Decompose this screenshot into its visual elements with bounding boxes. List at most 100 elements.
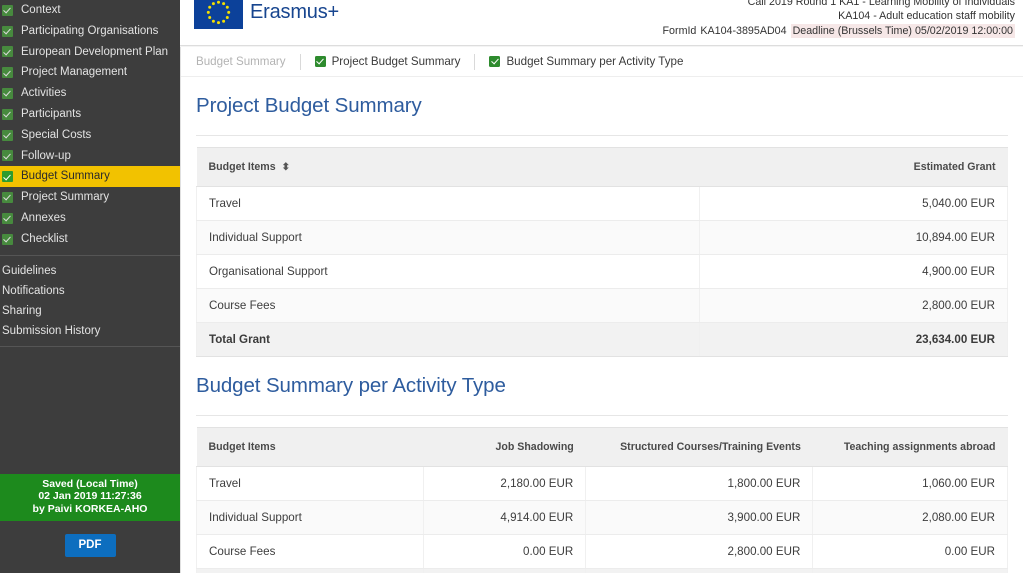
table-row: Organisational Support 4,900.00 EUR <box>196 254 1009 289</box>
total-grant-label: Total Grant <box>196 322 700 357</box>
brand: Erasmus+ <box>194 0 339 29</box>
column-header-estimated-grant: Estimated Grant <box>699 147 1008 187</box>
pdf-button[interactable]: PDF <box>64 534 116 557</box>
job-shadowing-value: 4,914.00 EUR <box>423 500 587 535</box>
check-icon <box>2 108 13 120</box>
budget-item-name: Course Fees <box>195 534 425 569</box>
budget-per-activity-table: Budget Items Job Shadowing Structured Co… <box>195 427 1008 573</box>
saved-status-line3: by Paivi KORKEA-AHO <box>32 503 148 516</box>
sidebar-item-project-summary[interactable]: Project Summary <box>0 187 180 208</box>
estimated-grant-value: 5,040.00 EUR <box>698 186 1009 221</box>
sidebar-item-label: Participating Organisations <box>21 24 159 37</box>
sidebar-item-budget-summary[interactable]: Budget Summary <box>0 166 180 188</box>
sidebar-link-sharing[interactable]: Sharing <box>0 301 180 321</box>
sidebar-item-participants[interactable]: Participants <box>0 104 180 125</box>
sidebar-item-follow-up[interactable]: Follow-up <box>0 146 180 167</box>
estimated-grant-value: 10,894.00 EUR <box>698 220 1009 255</box>
action-type-line: KA104 - Adult education staff mobility <box>838 10 1015 23</box>
column-header-teaching-abroad: Teaching assignments abroad <box>812 427 1008 467</box>
table-header-row: Budget Items ⬍ Estimated Grant <box>196 147 1008 187</box>
column-header-budget-items[interactable]: Budget Items ⬍ <box>196 147 700 187</box>
call-line: Call 2019 Round 1 KA1 - Learning Mobilit… <box>747 0 1015 8</box>
deadline-block: Deadline (Brussels Time) 05/02/2019 12:0… <box>790 23 1015 38</box>
check-icon <box>2 212 13 224</box>
table-header-row: Budget Items Job Shadowing Structured Co… <box>196 427 1008 467</box>
table-total-row: Grant7,094.00 EUR8,500.00 EUR3,140.00 EU… <box>195 568 1008 573</box>
title-divider <box>196 415 1008 416</box>
formid-label: FormId <box>662 24 697 37</box>
sidebar-item-annexes[interactable]: Annexes <box>0 208 180 229</box>
sidebar-item-label: Follow-up <box>21 149 71 162</box>
check-icon <box>2 25 13 37</box>
structured-courses-value: 1,800.00 EUR <box>585 466 814 501</box>
sidebar-item-participating-organisations[interactable]: Participating Organisations <box>0 21 180 42</box>
table-row: Individual Support 4,914.00 EUR 3,900.00 E… <box>195 500 1008 535</box>
sidebar-divider-bottom <box>0 345 180 347</box>
breadcrumb: Budget Summary Project Budget Summary Bu… <box>181 47 1023 77</box>
sidebar-divider-top <box>0 254 180 256</box>
sidebar-item-label: Budget Summary <box>21 170 110 183</box>
saved-status-line1: Saved (Local Time) <box>42 477 138 490</box>
sidebar-item-label: Project Summary <box>21 191 110 204</box>
budget-item-name: Organisational Support <box>196 254 700 289</box>
saved-status-line2: 02 Jan 2019 11:27:36 <box>38 490 142 503</box>
structured-courses-value: 3,900.00 EUR <box>585 500 814 535</box>
sidebar-item-activities[interactable]: Activities <box>0 83 180 104</box>
breadcrumb-item-label: Project Budget Summary <box>331 55 461 68</box>
pdf-button-container: PDF <box>0 521 180 573</box>
check-icon <box>2 129 13 141</box>
breadcrumb-separator <box>474 53 476 70</box>
formid-value: KA104-3895AD04 <box>700 24 787 37</box>
check-icon <box>2 171 13 183</box>
estimated-grant-value: 2,800.00 EUR <box>698 288 1009 323</box>
application-window: Context Participating Organisations Europe… <box>0 0 1023 573</box>
breadcrumb-item-budget-per-activity[interactable]: Budget Summary per Activity Type <box>489 55 683 68</box>
check-icon <box>2 88 13 100</box>
section-project-budget-summary: Project Budget Summary Budget Items ⬍ Est… <box>181 77 1023 357</box>
budget-item-name: Travel <box>195 466 425 501</box>
sidebar-item-context[interactable]: Context <box>0 0 180 21</box>
page-title: Project Budget Summary <box>196 94 422 117</box>
sidebar-item-label: Checklist <box>21 232 68 245</box>
breadcrumb-item-project-budget-summary[interactable]: Project Budget Summary <box>314 55 461 68</box>
grant-total-structured-courses-value: 8,500.00 EUR <box>585 568 814 573</box>
table-row: Travel 5,040.00 EUR <box>196 186 1009 221</box>
sidebar-item-project-management[interactable]: Project Management <box>0 62 180 83</box>
table-row: Travel 2,180.00 EUR 1,800.00 EUR 1,060.00 E… <box>195 466 1008 501</box>
sidebar-item-checklist[interactable]: Checklist <box>0 229 180 250</box>
budget-per-activity-body: Travel 2,180.00 EUR 1,800.00 EUR 1,060.00 E… <box>195 466 1008 573</box>
brand-name: Erasmus+ <box>250 1 339 23</box>
sidebar-item-european-development-plan[interactable]: European Development Plan <box>0 42 180 63</box>
eu-flag-icon <box>194 0 243 29</box>
project-budget-summary-body: Travel 5,040.00 EUR Individual Support 10,8… <box>196 186 1009 357</box>
column-header-job-shadowing: Job Shadowing <box>423 427 586 467</box>
sidebar-link-submission-history[interactable]: Submission History <box>0 321 180 341</box>
sidebar-item-label: Annexes <box>21 211 66 224</box>
sidebar-link-guidelines[interactable]: Guidelines <box>0 261 180 281</box>
sort-icon[interactable]: ⬍ <box>282 163 290 173</box>
sidebar-item-special-costs[interactable]: Special Costs <box>0 125 180 146</box>
budget-item-name: Travel <box>196 186 700 221</box>
main-area: Erasmus+ Call 2019 Round 1 KA1 - Learnin… <box>180 0 1023 573</box>
breadcrumb-root: Budget Summary <box>196 55 286 68</box>
column-header-structured-courses: Structured Courses/Training Events <box>585 427 813 467</box>
check-icon <box>489 56 501 67</box>
check-icon <box>2 192 13 204</box>
title-divider <box>196 135 1008 136</box>
budget-item-name: Individual Support <box>196 220 700 255</box>
sidebar-item-label: European Development Plan <box>21 45 169 58</box>
sidebar-item-label: Project Management <box>21 66 128 79</box>
budget-item-name: Course Fees <box>196 288 700 323</box>
check-icon <box>2 4 13 16</box>
teaching-abroad-value: 1,060.00 EUR <box>812 466 1008 501</box>
table-row: Course Fees 0.00 EUR 2,800.00 EUR 0.00 EUR <box>195 534 1008 569</box>
teaching-abroad-value: 2,080.00 EUR <box>812 500 1008 535</box>
column-header-budget-items: Budget Items <box>196 427 424 467</box>
sidebar-link-notifications[interactable]: Notifications <box>0 281 180 301</box>
sidebar-item-label: Activities <box>21 87 67 100</box>
page-header: Erasmus+ Call 2019 Round 1 KA1 - Learnin… <box>180 0 1023 46</box>
table-row: Course Fees 2,800.00 EUR <box>196 288 1009 323</box>
project-budget-summary-table: Budget Items ⬍ Estimated Grant Travel 5,04… <box>196 147 1009 357</box>
estimated-grant-value: 4,900.00 EUR <box>698 254 1009 289</box>
deadline-label: Deadline (Brussels Time) <box>792 24 912 37</box>
